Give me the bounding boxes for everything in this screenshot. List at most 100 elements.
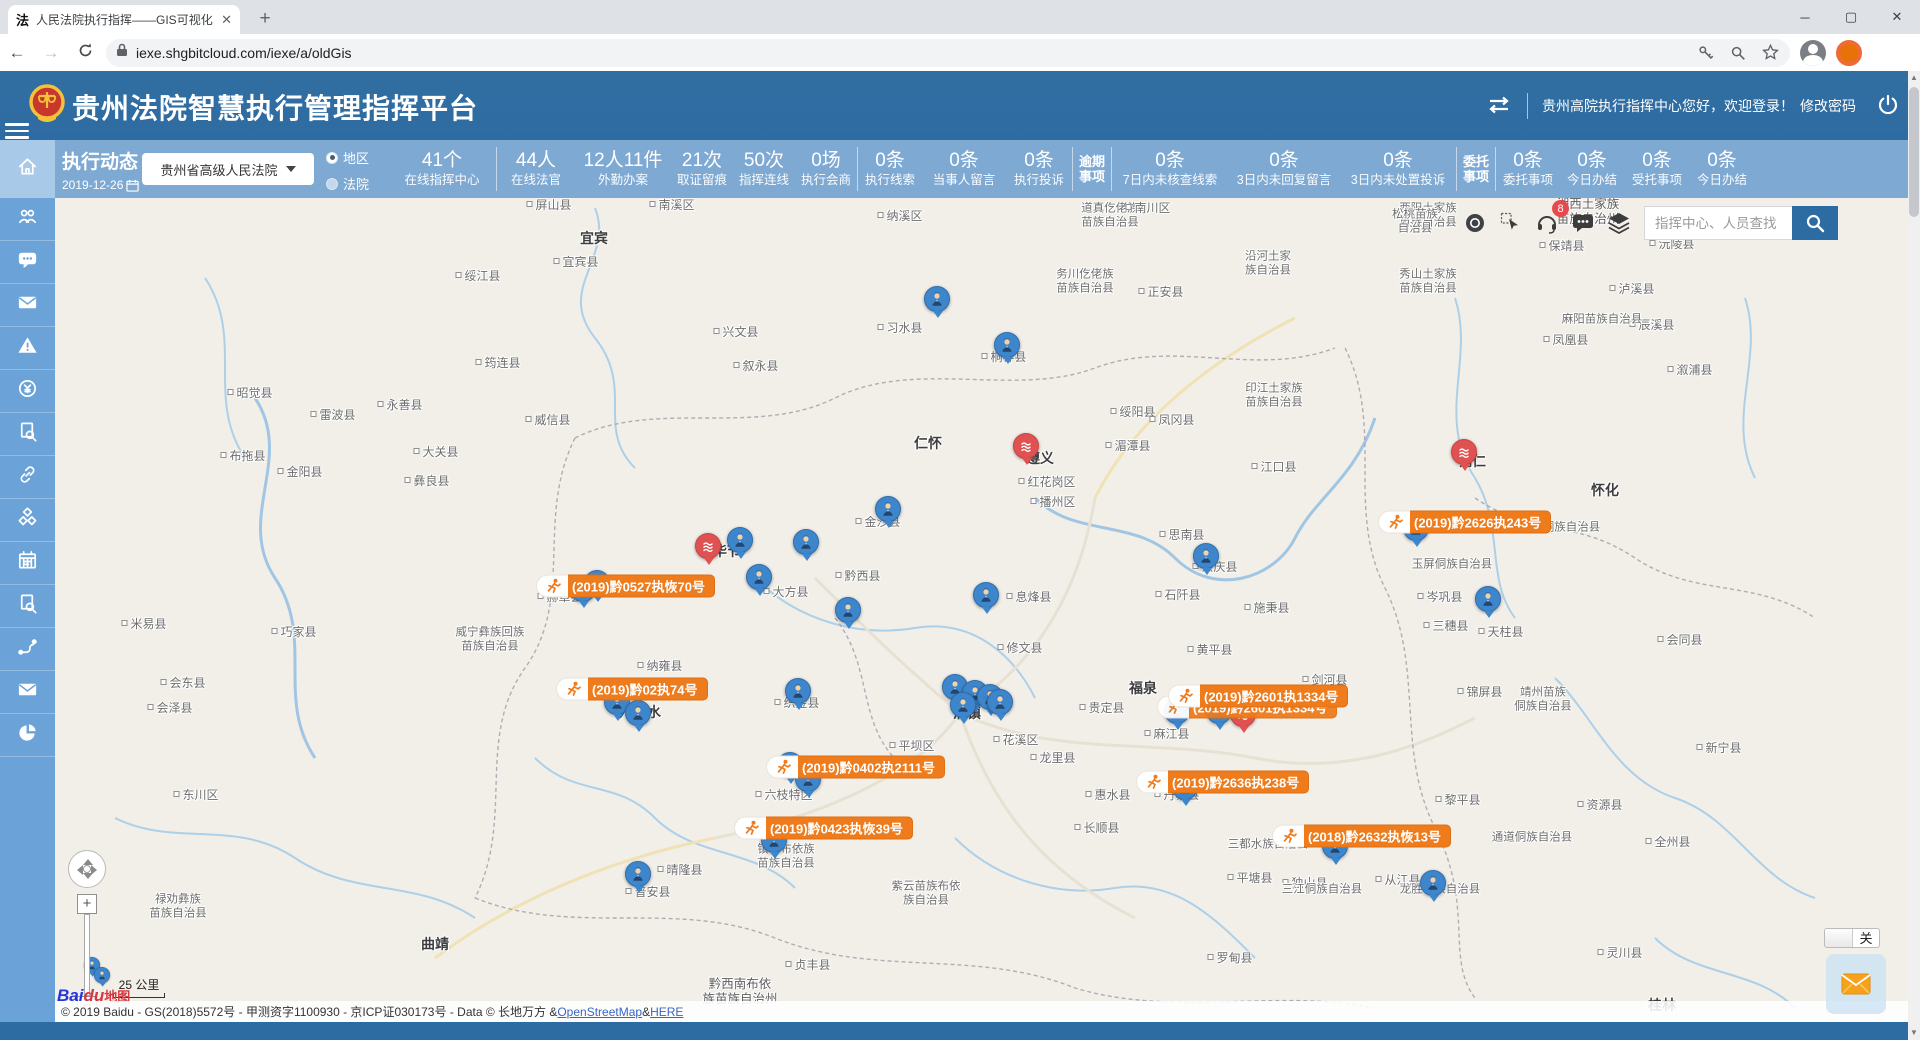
- officer-marker[interactable]: [1420, 870, 1446, 896]
- headset-icon[interactable]: 8: [1532, 208, 1562, 238]
- search-input[interactable]: [1644, 206, 1792, 240]
- scroll-up-arrow[interactable]: ▲: [1908, 71, 1920, 85]
- officer-marker[interactable]: [835, 597, 861, 623]
- court-select-dropdown[interactable]: 贵州省高级人民法院: [142, 153, 314, 185]
- stat-item[interactable]: 0条当事人留言: [922, 150, 1006, 188]
- officer-marker[interactable]: [94, 967, 110, 983]
- logout-power-icon[interactable]: [1876, 93, 1900, 122]
- radio-court[interactable]: 法院: [326, 174, 369, 193]
- sidebar-item-doc-search[interactable]: [0, 585, 55, 628]
- sidebar-item-mail[interactable]: [0, 284, 55, 327]
- layers-icon[interactable]: [1604, 208, 1634, 238]
- sidebar-item-calendar[interactable]: [0, 542, 55, 585]
- forward-button[interactable]: →: [34, 43, 68, 63]
- case-label[interactable]: (2019)黔2636执238号: [1136, 771, 1309, 794]
- case-label[interactable]: (2019)黔0402执2111号: [766, 756, 945, 779]
- reload-button[interactable]: [68, 42, 102, 64]
- attribution-link[interactable]: OpenStreetMap: [557, 1005, 642, 1019]
- password-key-icon[interactable]: [1697, 44, 1715, 62]
- radio-court-dot[interactable]: [326, 178, 338, 190]
- message-bubble-icon[interactable]: [1568, 208, 1598, 238]
- new-tab-button[interactable]: +: [254, 9, 276, 31]
- stat-item[interactable]: 50次指挥连线: [733, 150, 795, 188]
- stat-item[interactable]: 0条执行投诉: [1006, 150, 1072, 188]
- bookmark-star-icon[interactable]: [1761, 43, 1780, 62]
- window-minimize-button[interactable]: ─: [1782, 0, 1828, 34]
- panel-close-toggle[interactable]: 关: [1824, 928, 1880, 948]
- sidebar-item-flow[interactable]: [0, 628, 55, 671]
- stat-item[interactable]: 0条今日办结: [1690, 150, 1754, 188]
- sidebar-item-link[interactable]: [0, 456, 55, 499]
- sidebar-item-alert[interactable]: [0, 327, 55, 370]
- browser-tab[interactable]: 法 人民法院执行指挥——GIS可视化 ✕: [8, 5, 240, 34]
- zoom-slider[interactable]: [84, 914, 90, 996]
- sidebar-item-cubes[interactable]: [0, 499, 55, 542]
- stat-item[interactable]: 0条3日内未处置投诉: [1340, 150, 1456, 188]
- officer-marker[interactable]: [746, 564, 772, 590]
- officer-marker[interactable]: [973, 582, 999, 608]
- sidebar-item-team[interactable]: [0, 198, 55, 241]
- stat-item[interactable]: 41个在线指挥中心: [388, 150, 496, 188]
- locate-lens-icon[interactable]: [1460, 208, 1490, 238]
- stat-item[interactable]: 0条今日办结: [1560, 150, 1624, 188]
- officer-marker[interactable]: [785, 678, 811, 704]
- stat-item[interactable]: 0条受托事项: [1624, 150, 1690, 188]
- case-label[interactable]: (2018)黔2632执恢13号: [1272, 825, 1451, 848]
- menu-hamburger-icon[interactable]: [5, 119, 29, 143]
- sidebar-item-finance[interactable]: [0, 370, 55, 413]
- case-label[interactable]: (2019)黔2601执1334号: [1168, 685, 1348, 708]
- stat-item[interactable]: 0条委托事项: [1496, 150, 1560, 188]
- select-cursor-icon[interactable]: [1496, 208, 1526, 238]
- officer-marker[interactable]: [1475, 586, 1501, 612]
- change-password-link[interactable]: 修改密码: [1800, 96, 1856, 116]
- case-label[interactable]: (2019)黔0423执恢39号: [734, 817, 913, 840]
- map-pan-control[interactable]: [68, 850, 106, 888]
- calendar-icon[interactable]: [126, 179, 139, 192]
- sidebar-item-pie[interactable]: [0, 714, 55, 757]
- officer-marker[interactable]: [727, 527, 753, 553]
- alert-marker[interactable]: [1451, 439, 1477, 465]
- alert-marker[interactable]: [695, 533, 721, 559]
- radio-region[interactable]: 地区: [326, 148, 369, 167]
- back-button[interactable]: ←: [0, 43, 34, 63]
- sidebar-item-mail[interactable]: [0, 671, 55, 714]
- vertical-scrollbar[interactable]: ▲ ▼: [1908, 71, 1920, 1040]
- officer-marker[interactable]: [924, 286, 950, 312]
- tab-close-icon[interactable]: ✕: [221, 12, 232, 28]
- map-canvas[interactable]: 8 + − 关: [55, 198, 1908, 1022]
- stat-item[interactable]: 0场执行会商: [795, 150, 857, 188]
- officer-marker[interactable]: [950, 692, 976, 718]
- sidebar-item-doc-search[interactable]: [0, 413, 55, 456]
- scroll-down-arrow[interactable]: ▼: [1908, 1026, 1920, 1040]
- attribution-link[interactable]: HERE: [650, 1005, 683, 1019]
- zoom-in-button[interactable]: +: [77, 894, 97, 914]
- officer-marker[interactable]: [994, 332, 1020, 358]
- window-close-button[interactable]: ✕: [1874, 0, 1920, 34]
- case-label[interactable]: (2019)黔02执74号: [556, 678, 708, 701]
- stat-item[interactable]: 44人在线法官: [497, 150, 575, 188]
- search-button[interactable]: [1792, 206, 1838, 240]
- case-label[interactable]: (2019)黔0527执恢70号: [536, 575, 715, 598]
- window-maximize-button[interactable]: ▢: [1828, 0, 1874, 34]
- omnibox[interactable]: iexe.shgbitcloud.com/iexe/a/oldGis: [106, 39, 1790, 67]
- message-panel-button[interactable]: [1826, 954, 1886, 1014]
- stat-item[interactable]: 0条7日内未核查线索: [1112, 150, 1228, 188]
- stat-item[interactable]: 12人11件外勤办案: [575, 150, 671, 188]
- officer-marker[interactable]: [625, 700, 651, 726]
- browser-extension-icon[interactable]: [1836, 40, 1862, 66]
- stat-item[interactable]: 21次取证留痕: [671, 150, 733, 188]
- swap-arrows-icon[interactable]: [1485, 94, 1513, 119]
- alert-marker[interactable]: [1013, 433, 1039, 459]
- officer-marker[interactable]: [875, 496, 901, 522]
- browser-profile-avatar[interactable]: [1800, 40, 1826, 66]
- sidebar-item-home[interactable]: [0, 140, 55, 198]
- officer-marker[interactable]: [625, 861, 651, 887]
- scrollbar-thumb[interactable]: [1909, 87, 1919, 217]
- stat-item[interactable]: 0条执行线索: [858, 150, 922, 188]
- officer-marker[interactable]: [793, 529, 819, 555]
- officer-marker[interactable]: [987, 689, 1013, 715]
- officer-marker[interactable]: [1193, 543, 1219, 569]
- stat-item[interactable]: 0条3日内未回复留言: [1228, 150, 1340, 188]
- sidebar-item-chat[interactable]: [0, 241, 55, 284]
- zoom-icon[interactable]: [1729, 44, 1747, 62]
